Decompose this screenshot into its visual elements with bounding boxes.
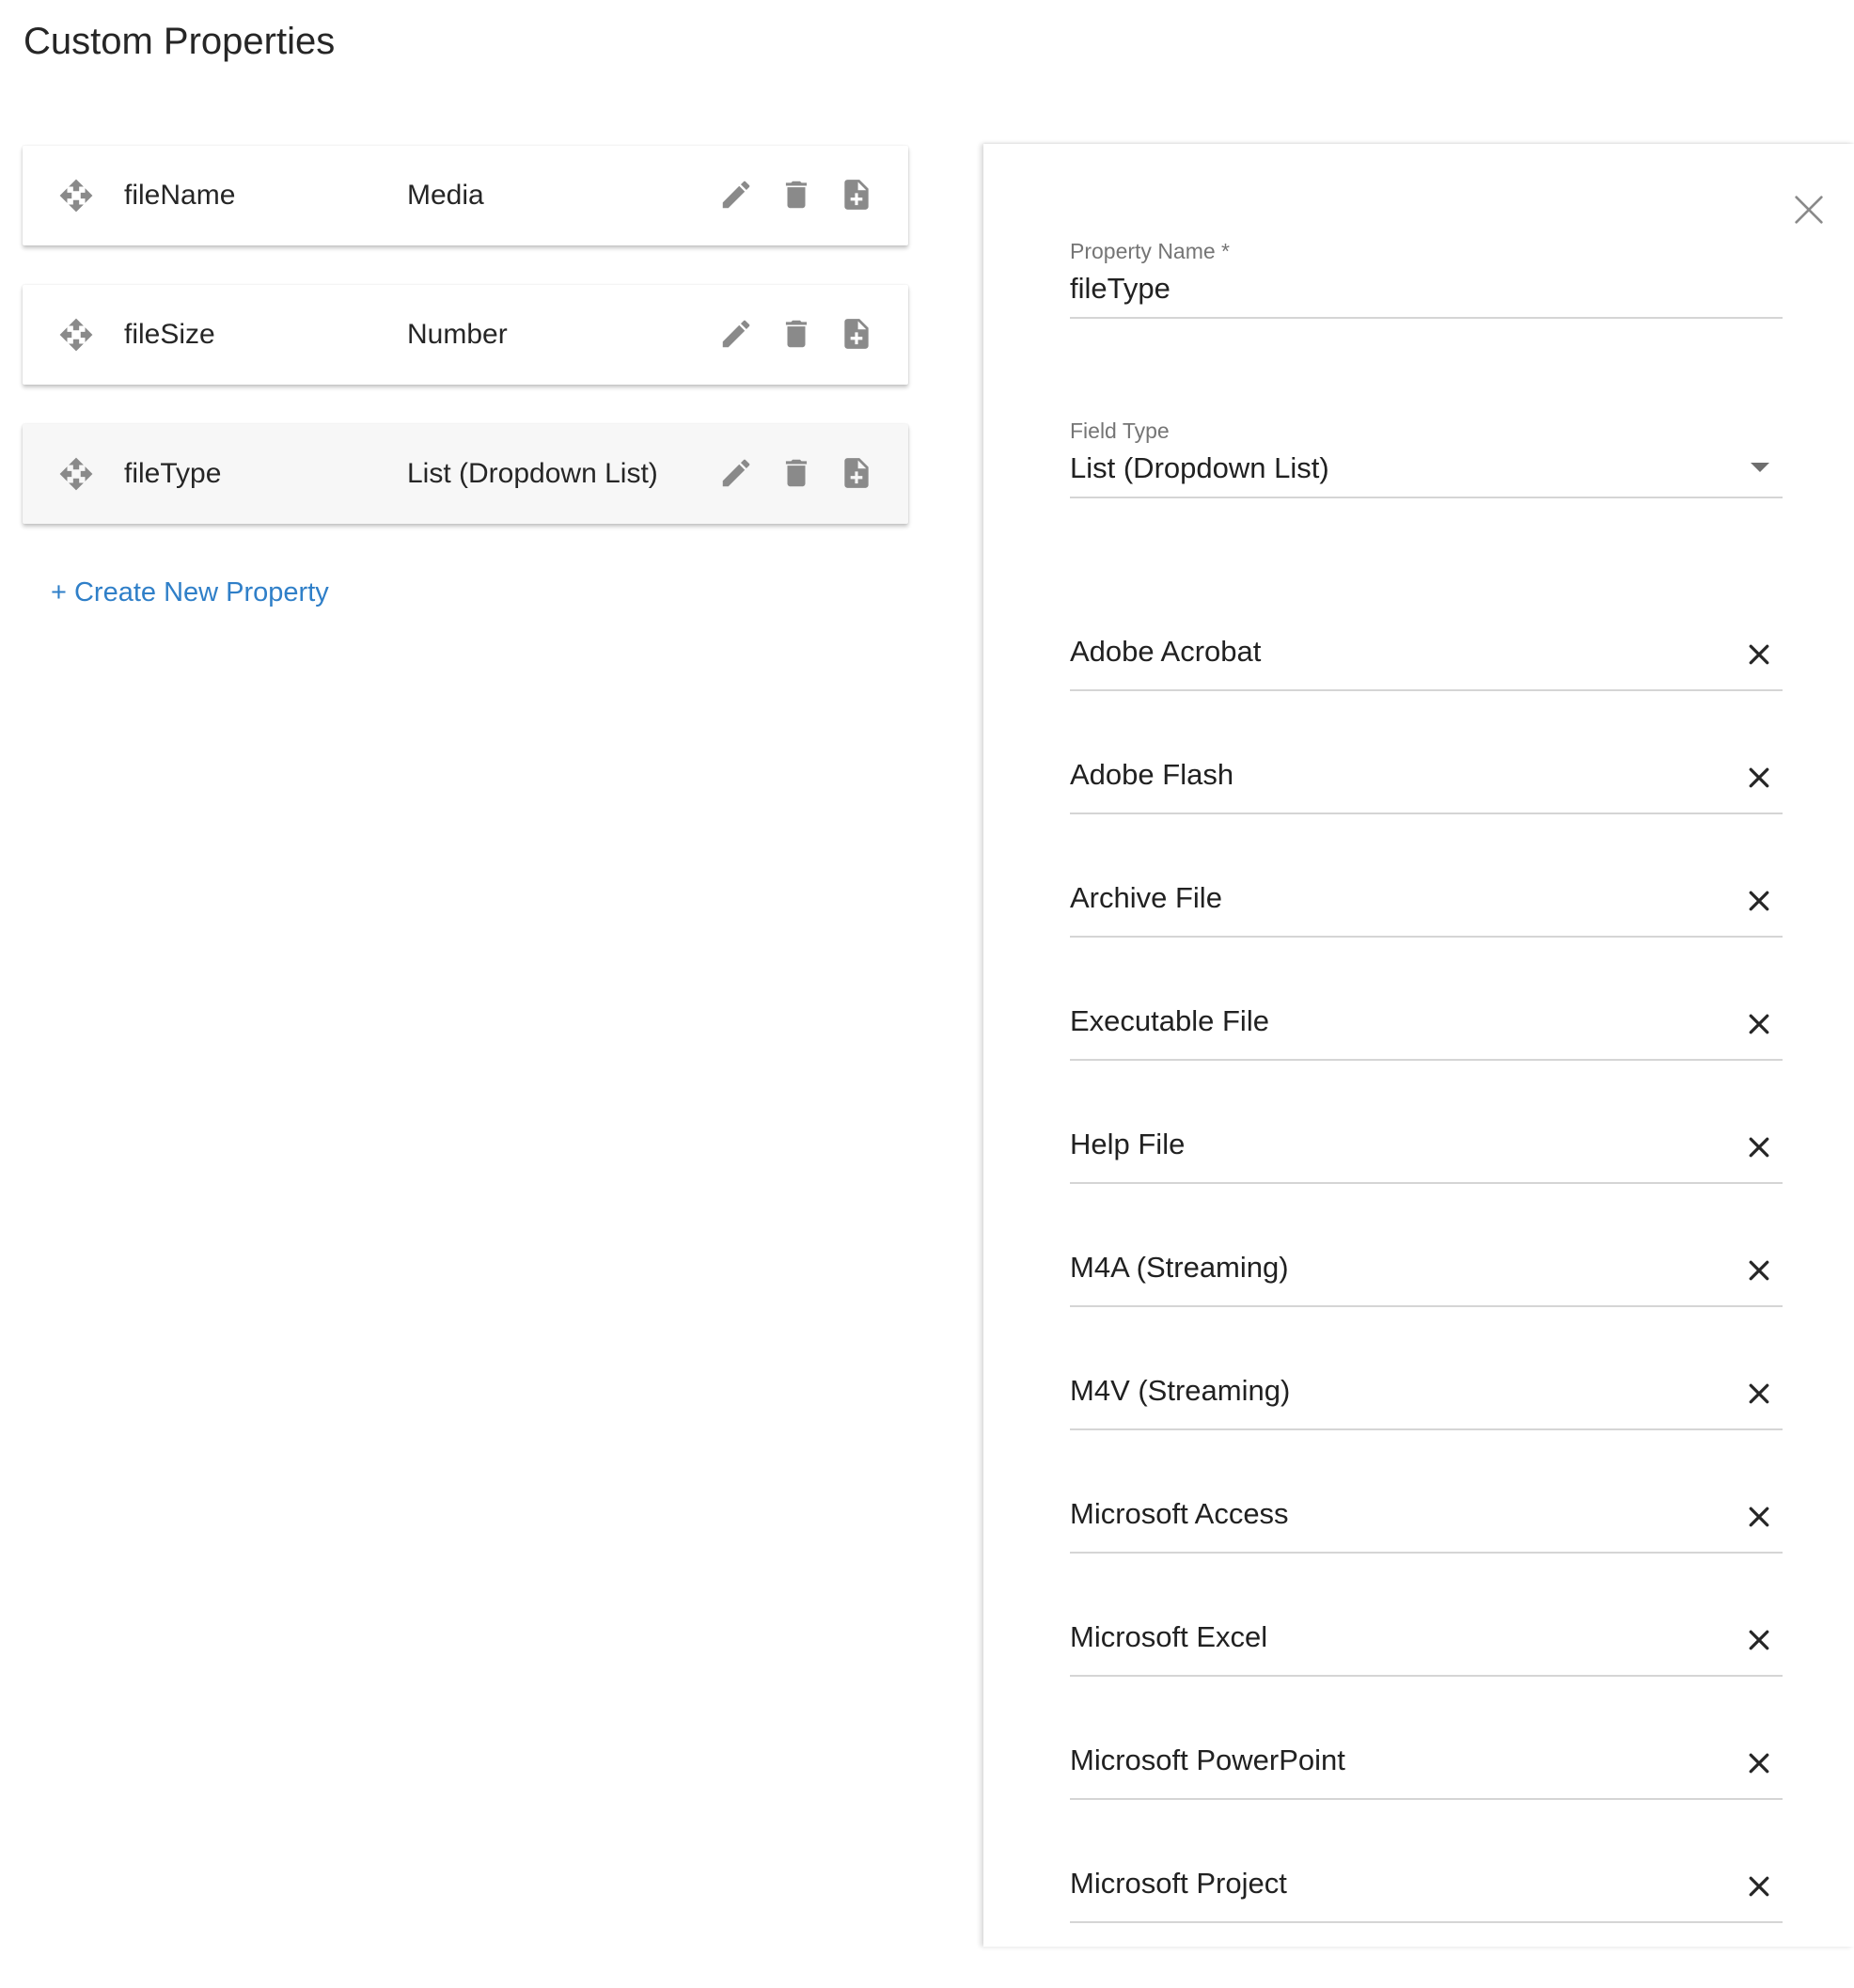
row-actions: [718, 455, 874, 491]
option-input[interactable]: Microsoft PowerPoint: [1070, 1742, 1783, 1800]
pencil-icon[interactable]: [718, 455, 754, 491]
option-input[interactable]: Help File: [1070, 1126, 1783, 1184]
close-icon[interactable]: [1790, 191, 1828, 229]
list-option: Help File: [1070, 1126, 1783, 1249]
option-input[interactable]: Adobe Flash: [1070, 756, 1783, 814]
caret-down-icon[interactable]: [1751, 463, 1769, 472]
move-icon[interactable]: [58, 456, 94, 492]
property-row-filename[interactable]: fileName Media: [23, 146, 908, 245]
x-icon[interactable]: [1745, 1749, 1773, 1777]
list-option: M4A (Streaming): [1070, 1249, 1783, 1372]
list-option: Microsoft Project: [1070, 1865, 1783, 1988]
list-option: Adobe Flash: [1070, 756, 1783, 879]
x-icon[interactable]: [1745, 1503, 1773, 1531]
list-option: Executable File: [1070, 1002, 1783, 1126]
row-actions: [718, 177, 874, 213]
x-icon[interactable]: [1745, 1872, 1773, 1901]
property-name-label: Property Name *: [1070, 239, 1231, 263]
file-plus-icon[interactable]: [839, 455, 874, 491]
property-type: Number: [407, 319, 508, 350]
x-icon[interactable]: [1745, 1626, 1773, 1654]
trash-icon[interactable]: [778, 177, 814, 213]
row-actions: [718, 316, 874, 352]
option-input[interactable]: M4V (Streaming): [1070, 1372, 1783, 1430]
x-icon[interactable]: [1745, 887, 1773, 915]
file-plus-icon[interactable]: [839, 177, 874, 213]
property-row-filesize[interactable]: fileSize Number: [23, 285, 908, 385]
option-input[interactable]: Executable File: [1070, 1002, 1783, 1061]
property-name: fileType: [124, 458, 222, 489]
property-name: fileName: [124, 180, 236, 211]
option-input[interactable]: Archive File: [1070, 879, 1783, 938]
property-list: fileName Media fileSize Number fileType …: [23, 146, 908, 563]
x-icon[interactable]: [1745, 1256, 1773, 1285]
property-type: List (Dropdown List): [407, 458, 658, 489]
option-input[interactable]: M4A (Streaming): [1070, 1249, 1783, 1307]
property-type: Media: [407, 180, 484, 211]
property-name-field[interactable]: Property Name * fileType: [1070, 238, 1783, 319]
list-option: Microsoft Excel: [1070, 1618, 1783, 1742]
move-icon[interactable]: [58, 317, 94, 353]
file-plus-icon[interactable]: [839, 316, 874, 352]
field-type-value[interactable]: List (Dropdown List): [1070, 450, 1783, 497]
list-option: Adobe Acrobat: [1070, 633, 1783, 756]
x-icon[interactable]: [1745, 1380, 1773, 1408]
list-option: Microsoft PowerPoint: [1070, 1742, 1783, 1865]
trash-icon[interactable]: [778, 316, 814, 352]
list-options: Adobe Acrobat Adobe Flash Archive File E…: [1070, 633, 1783, 1988]
x-icon[interactable]: [1745, 1133, 1773, 1161]
list-option: Archive File: [1070, 879, 1783, 1002]
list-option: Microsoft Access: [1070, 1495, 1783, 1618]
trash-icon[interactable]: [778, 455, 814, 491]
property-name-input[interactable]: fileType: [1070, 270, 1783, 317]
pencil-icon[interactable]: [718, 316, 754, 352]
field-type-select[interactable]: Field Type List (Dropdown List): [1070, 418, 1783, 498]
move-icon[interactable]: [58, 178, 94, 213]
option-input[interactable]: Adobe Acrobat: [1070, 633, 1783, 691]
option-input[interactable]: Microsoft Access: [1070, 1495, 1783, 1554]
property-row-filetype[interactable]: fileType List (Dropdown List): [23, 424, 908, 524]
x-icon[interactable]: [1745, 1010, 1773, 1038]
option-input[interactable]: Microsoft Project: [1070, 1865, 1783, 1923]
create-new-property-link[interactable]: + Create New Property: [51, 577, 329, 608]
property-name: fileSize: [124, 319, 215, 350]
x-icon[interactable]: [1745, 764, 1773, 792]
option-input[interactable]: Microsoft Excel: [1070, 1618, 1783, 1677]
property-editor-panel: Property Name * fileType Field Type List…: [983, 144, 1854, 1947]
x-icon[interactable]: [1745, 640, 1773, 669]
pencil-icon[interactable]: [718, 177, 754, 213]
field-type-label: Field Type: [1070, 418, 1170, 443]
list-option: M4V (Streaming): [1070, 1372, 1783, 1495]
page-title: Custom Properties: [24, 21, 336, 62]
